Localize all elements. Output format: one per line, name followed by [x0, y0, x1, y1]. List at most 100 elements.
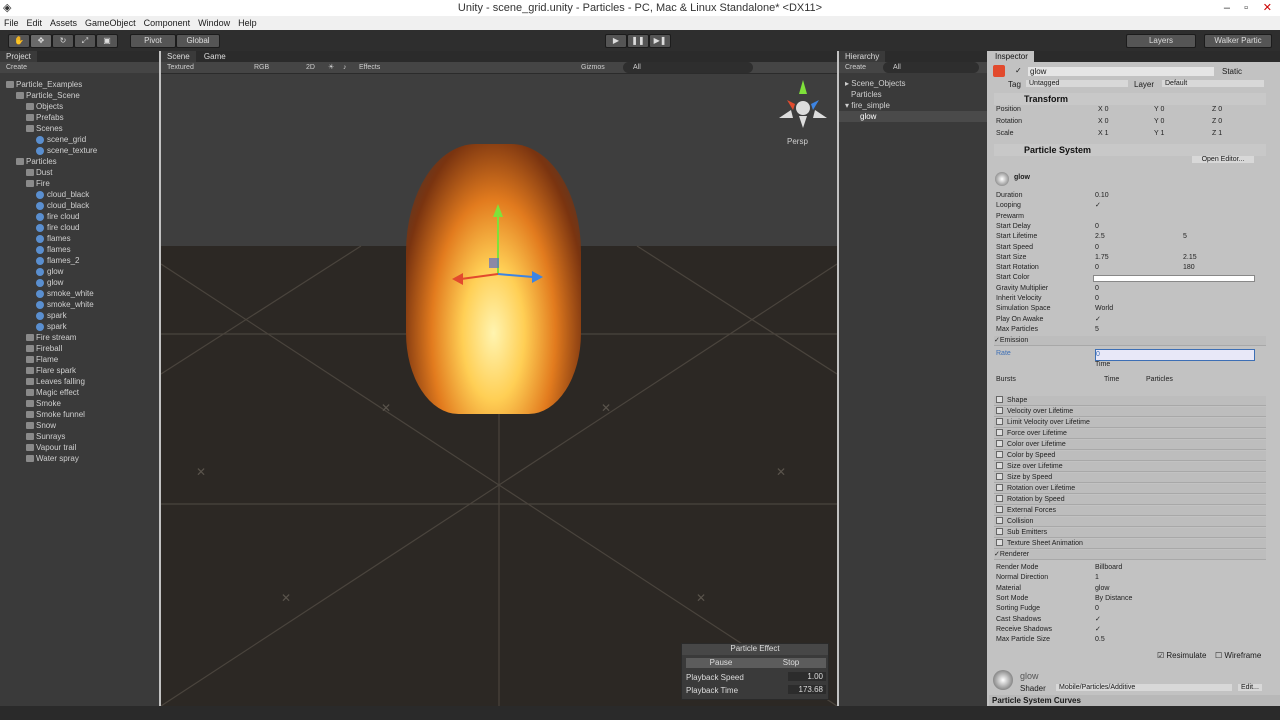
minimize-icon[interactable]: – — [1224, 0, 1230, 16]
shader-edit-button[interactable]: Edit... — [1238, 684, 1262, 691]
project-folder[interactable]: Magic effect — [26, 387, 79, 398]
prop-value[interactable]: 0.5 — [1095, 635, 1105, 645]
global-toggle[interactable]: Global — [176, 34, 220, 48]
project-asset[interactable]: smoke_white — [36, 299, 94, 310]
prop-value[interactable]: 1 — [1095, 573, 1099, 583]
module-row[interactable]: Sub Emitters — [994, 528, 1266, 538]
prop-value[interactable]: 2.5 — [1095, 232, 1105, 242]
project-asset[interactable]: flames_2 — [36, 255, 79, 266]
particle-system-header[interactable]: Particle System — [994, 144, 1266, 156]
project-asset[interactable]: spark — [36, 321, 67, 332]
project-folder[interactable]: Prefabs — [26, 112, 64, 123]
prop-value[interactable]: 0 — [1095, 604, 1099, 614]
project-asset[interactable]: fire cloud — [36, 211, 79, 222]
prop-value[interactable]: ✓ — [1095, 315, 1101, 325]
scale-tool-icon[interactable]: ⤢ — [74, 34, 96, 48]
module-checkbox[interactable] — [996, 473, 1003, 480]
module-row[interactable]: Limit Velocity over Lifetime — [994, 418, 1266, 428]
z-field[interactable]: Z 1 — [1212, 129, 1222, 139]
project-asset[interactable]: glow — [36, 277, 63, 288]
module-checkbox[interactable] — [996, 495, 1003, 502]
static-toggle[interactable]: Static — [1222, 67, 1242, 76]
effects-dropdown[interactable]: Effects — [359, 62, 380, 73]
prop-value[interactable]: 1.75 — [1095, 253, 1109, 263]
x-field[interactable]: X 0 — [1098, 117, 1109, 127]
project-folder[interactable]: Sunrays — [26, 431, 65, 442]
persp-label[interactable]: Persp — [787, 137, 808, 146]
project-asset[interactable]: fire cloud — [36, 222, 79, 233]
menu-window[interactable]: Window — [194, 16, 234, 30]
particle-curves-header[interactable]: Particle System Curves — [989, 695, 1280, 706]
project-folder[interactable]: Fire — [26, 178, 50, 189]
module-row[interactable]: Shape — [994, 396, 1266, 406]
prop-value[interactable]: 0 — [1095, 222, 1099, 232]
prop-value[interactable]: Billboard — [1095, 563, 1122, 573]
project-asset[interactable]: cloud_black — [36, 189, 89, 200]
prop-value-max[interactable]: 2.15 — [1183, 253, 1197, 263]
x-field[interactable]: X 0 — [1098, 105, 1109, 115]
module-row[interactable]: Collision — [994, 517, 1266, 527]
menu-assets[interactable]: Assets — [46, 16, 81, 30]
prop-value[interactable]: ✓ — [1095, 615, 1101, 625]
module-row[interactable]: Size by Speed — [994, 473, 1266, 483]
prop-value[interactable]: 0 — [1095, 294, 1099, 304]
active-checkbox[interactable]: ✓ — [1015, 66, 1022, 75]
lighting-toggle-icon[interactable]: ☀ — [328, 62, 334, 73]
hierarchy-item[interactable]: ▾ fire_simple — [845, 100, 890, 111]
project-asset[interactable]: scene_grid — [36, 134, 86, 145]
rate-mode-dropdown[interactable]: Time — [1095, 360, 1110, 370]
module-row[interactable]: Color over Lifetime — [994, 440, 1266, 450]
project-folder[interactable]: Particle_Examples — [6, 79, 82, 90]
project-folder[interactable]: Vapour trail — [26, 442, 76, 453]
module-checkbox[interactable] — [996, 418, 1003, 425]
tab-scene[interactable]: Scene — [161, 51, 196, 62]
shading-mode-dropdown[interactable]: Textured — [167, 62, 194, 73]
project-folder[interactable]: Dust — [26, 167, 52, 178]
hand-tool-icon[interactable]: ✋ — [8, 34, 30, 48]
particle-stop-button[interactable]: Stop — [756, 658, 826, 668]
module-checkbox[interactable] — [996, 506, 1003, 513]
prop-value[interactable]: World — [1095, 304, 1113, 314]
prop-value-max[interactable]: 5 — [1183, 232, 1187, 242]
prop-value[interactable]: 0 — [1095, 243, 1099, 253]
move-tool-icon[interactable]: ✥ — [30, 34, 52, 48]
audio-toggle-icon[interactable]: ♪ — [343, 62, 347, 73]
transform-header[interactable]: Transform — [994, 93, 1266, 105]
project-folder[interactable]: Smoke — [26, 398, 61, 409]
prop-value[interactable]: 0 — [1095, 263, 1099, 273]
module-checkbox[interactable] — [996, 539, 1003, 546]
project-folder[interactable]: Snow — [26, 420, 56, 431]
playback-speed-field[interactable]: 1.00 — [788, 672, 826, 681]
project-folder[interactable]: Fireball — [26, 343, 62, 354]
step-button[interactable]: ▶❚ — [649, 34, 671, 48]
module-checkbox[interactable] — [996, 462, 1003, 469]
project-folder[interactable]: Smoke funnel — [26, 409, 85, 420]
prop-value-max[interactable]: 180 — [1183, 263, 1195, 273]
layout-dropdown[interactable]: Walker Partic — [1204, 34, 1272, 48]
layers-dropdown[interactable]: Layers — [1126, 34, 1196, 48]
rect-tool-icon[interactable]: ▣ — [96, 34, 118, 48]
rotate-tool-icon[interactable]: ↻ — [52, 34, 74, 48]
shader-dropdown[interactable]: Mobile/Particles/Additive — [1056, 684, 1232, 691]
z-field[interactable]: Z 0 — [1212, 117, 1222, 127]
module-row[interactable]: Color by Speed — [994, 451, 1266, 461]
menu-gameobject[interactable]: GameObject — [81, 16, 140, 30]
layer-dropdown[interactable]: Default — [1162, 80, 1264, 87]
project-folder[interactable]: Flare spark — [26, 365, 76, 376]
2d-toggle[interactable]: 2D — [306, 62, 315, 73]
gizmos-dropdown[interactable]: Gizmos — [581, 62, 605, 73]
tab-hierarchy[interactable]: Hierarchy — [839, 51, 886, 62]
playback-time-field[interactable]: 173.68 — [788, 685, 826, 694]
project-folder[interactable]: Particle_Scene — [16, 90, 80, 101]
play-button[interactable]: ▶ — [605, 34, 627, 48]
module-checkbox[interactable] — [996, 528, 1003, 535]
move-gizmo[interactable] — [161, 74, 837, 706]
z-field[interactable]: Z 0 — [1212, 105, 1222, 115]
tag-dropdown[interactable]: Untagged — [1026, 80, 1128, 87]
prop-value[interactable]: 0 — [1095, 284, 1099, 294]
module-checkbox[interactable] — [996, 407, 1003, 414]
menu-component[interactable]: Component — [140, 16, 195, 30]
hierarchy-item[interactable]: Particles — [851, 89, 882, 100]
project-folder[interactable]: Water spray — [26, 453, 79, 464]
module-row[interactable]: Rotation by Speed — [994, 495, 1266, 505]
